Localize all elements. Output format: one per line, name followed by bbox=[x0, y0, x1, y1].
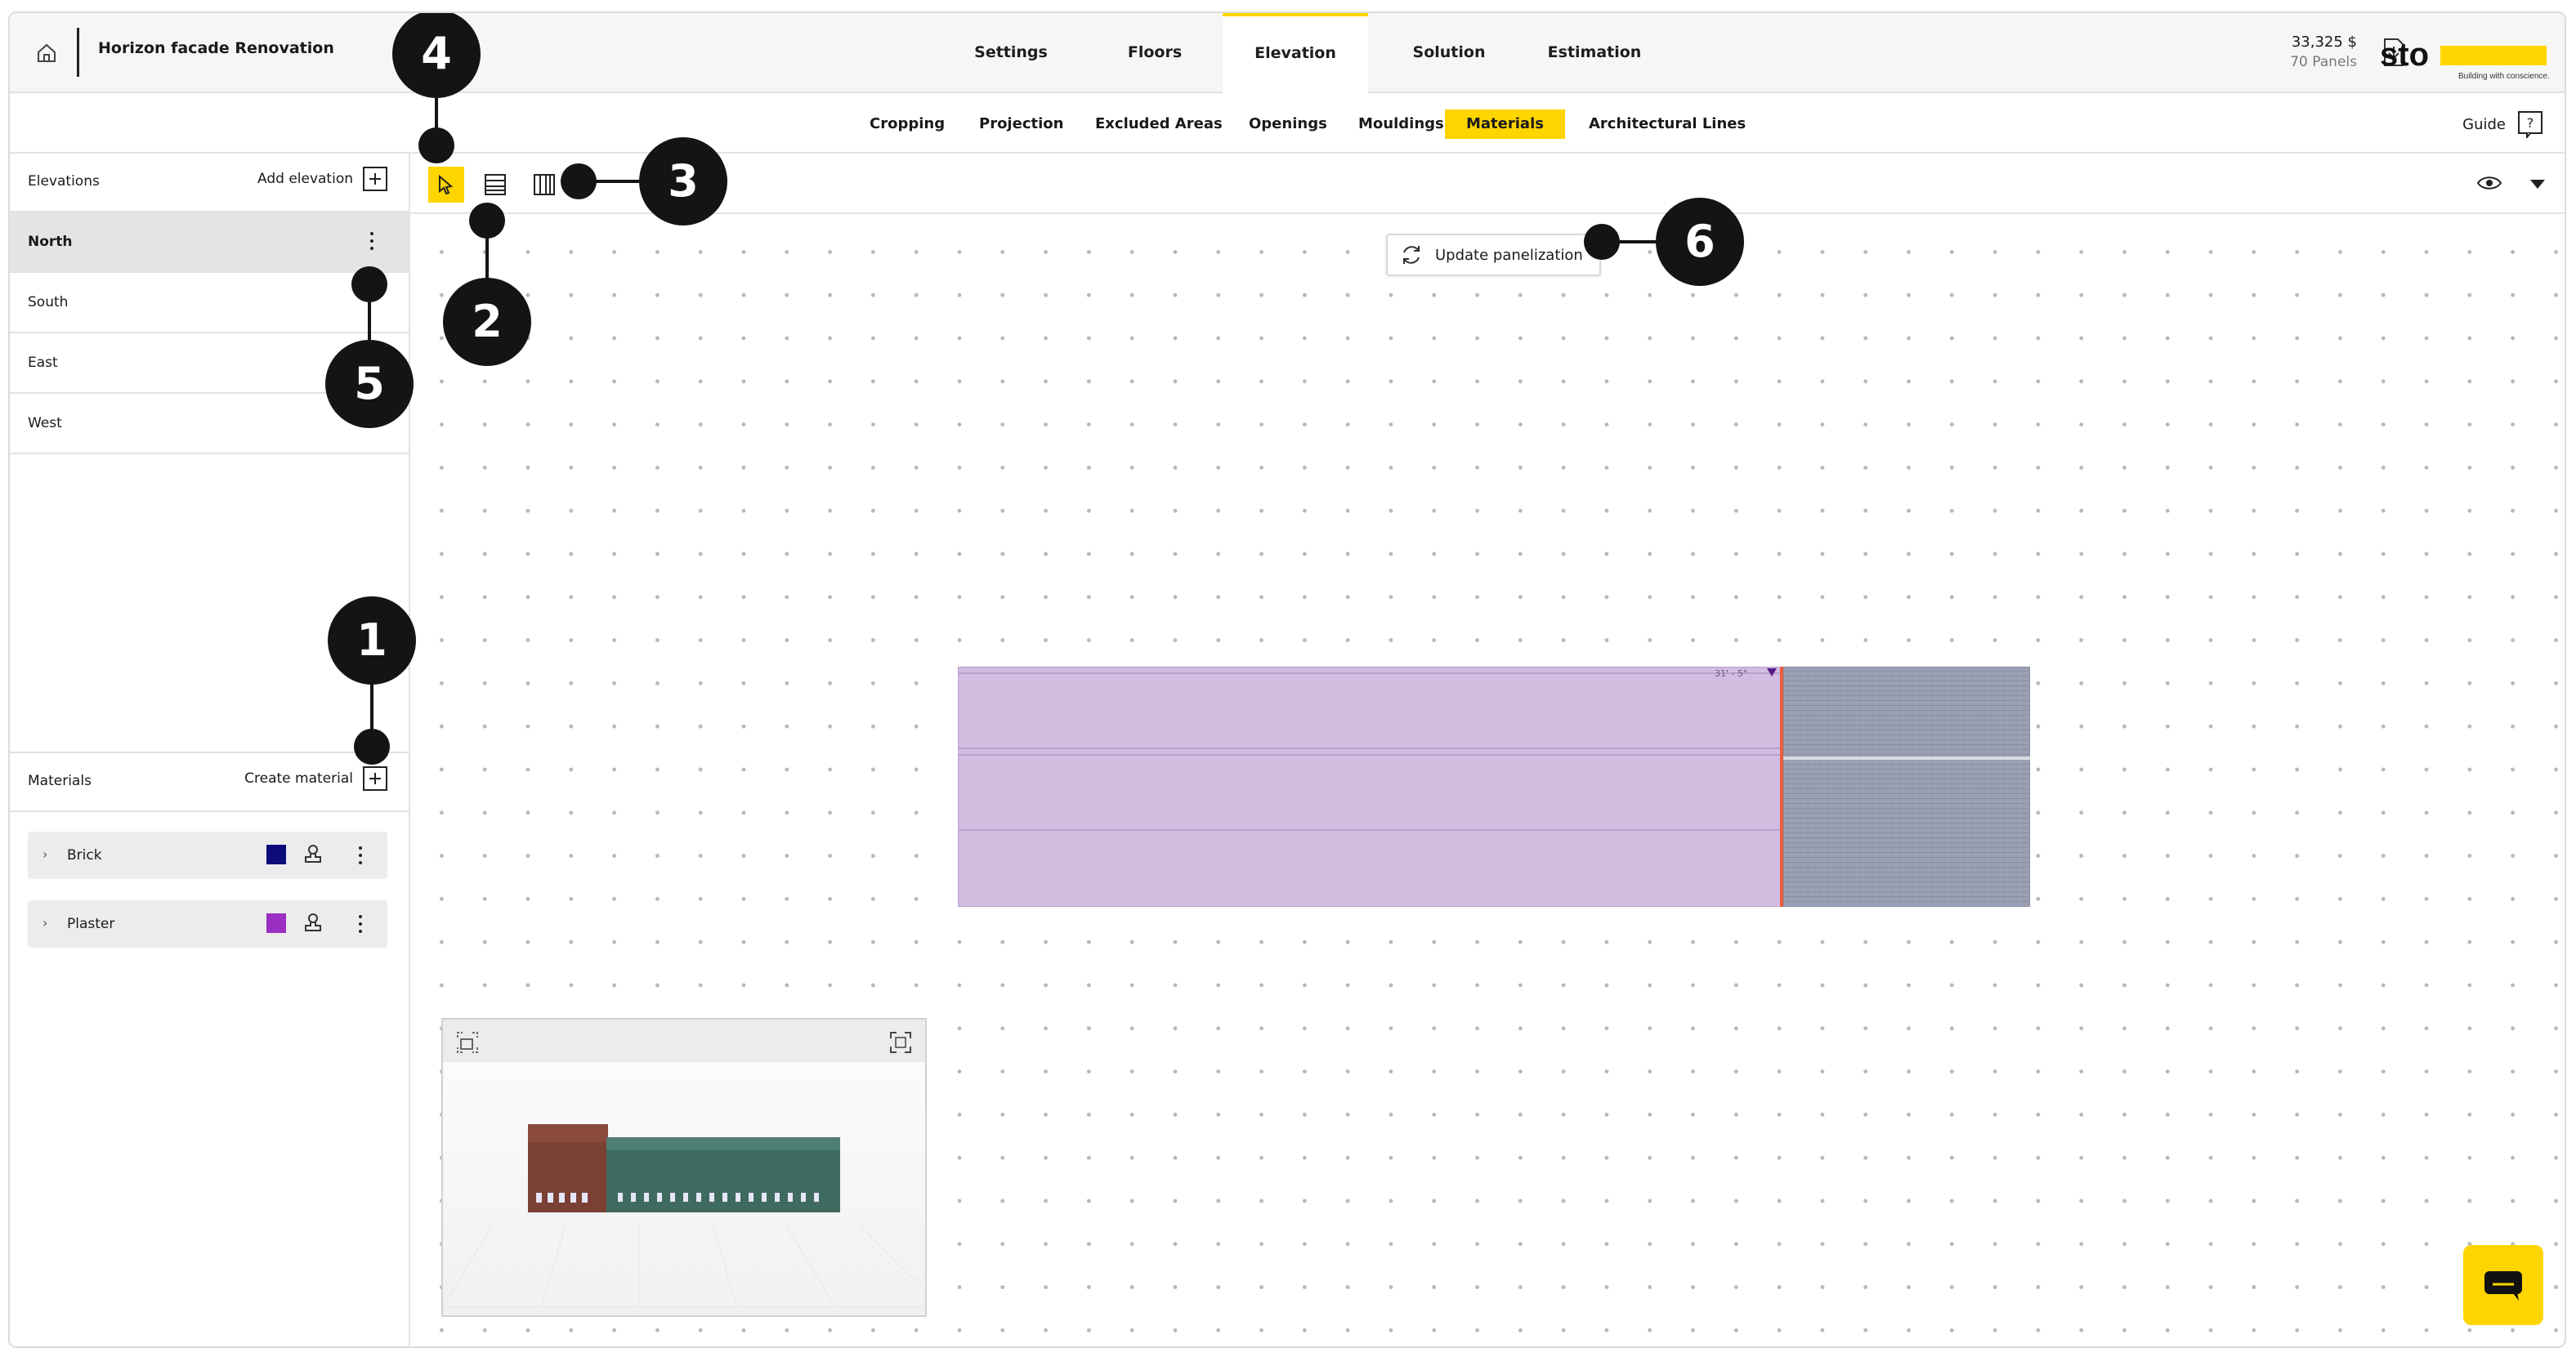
vertical-panel-tool-button[interactable] bbox=[526, 167, 562, 203]
subtab-projection[interactable]: Projection bbox=[958, 109, 1085, 139]
home-icon[interactable] bbox=[34, 41, 59, 65]
preview-toolbar bbox=[443, 1020, 925, 1062]
update-panelization-button[interactable]: Update panelization bbox=[1386, 234, 1601, 276]
help-icon: ? bbox=[2518, 111, 2542, 138]
plus-icon bbox=[363, 167, 387, 191]
building-3d-model bbox=[443, 1124, 925, 1308]
select-tool-button[interactable] bbox=[428, 167, 464, 203]
chat-icon bbox=[2484, 1271, 2522, 1301]
material-color-swatch[interactable] bbox=[266, 845, 286, 864]
subtab-openings[interactable]: Openings bbox=[1228, 109, 1348, 139]
more-options-icon[interactable] bbox=[358, 915, 363, 936]
material-label: Brick bbox=[67, 847, 102, 864]
header-divider bbox=[77, 28, 79, 77]
stamp-icon[interactable] bbox=[302, 843, 324, 866]
material-boundary-line bbox=[1780, 667, 1783, 907]
callout-badge: 4 bbox=[392, 13, 481, 98]
brick-area bbox=[1782, 667, 2030, 907]
elevations-header: Elevations Add elevation bbox=[10, 154, 409, 212]
total-price: 33,325 $ bbox=[2291, 33, 2357, 51]
panel-count: 70 Panels bbox=[2290, 54, 2357, 70]
stamp-icon[interactable] bbox=[302, 912, 324, 935]
elevation-canvas[interactable]: Update panelization 31' - 5" bbox=[410, 214, 2565, 1346]
add-elevation-button[interactable]: Add elevation bbox=[257, 167, 387, 191]
select-cursor-icon bbox=[439, 174, 454, 195]
chevron-right-icon[interactable]: › bbox=[42, 915, 47, 931]
brand-name: sto bbox=[2380, 37, 2429, 73]
materials-header: Materials Create material bbox=[10, 752, 409, 812]
tab-floors[interactable]: Floors bbox=[1087, 13, 1223, 92]
fit-view-icon[interactable] bbox=[454, 1029, 481, 1056]
material-item-brick[interactable]: › Brick bbox=[28, 832, 387, 879]
horizontal-panel-icon bbox=[485, 174, 506, 195]
materials-title: Materials bbox=[28, 773, 92, 789]
canvas-toolbar bbox=[410, 154, 2565, 214]
more-options-icon[interactable] bbox=[358, 846, 363, 868]
guide-button[interactable]: Guide ? bbox=[2462, 109, 2543, 139]
expand-icon[interactable] bbox=[888, 1029, 914, 1056]
create-material-label: Create material bbox=[244, 770, 353, 787]
material-color-swatch[interactable] bbox=[266, 913, 286, 933]
elevations-title: Elevations bbox=[28, 173, 100, 190]
guide-label: Guide bbox=[2462, 115, 2506, 133]
elevation-label: North bbox=[28, 234, 73, 250]
left-panel: Elevations Add elevation North South Eas… bbox=[10, 154, 410, 1346]
create-material-button[interactable]: Create material bbox=[244, 766, 387, 791]
tab-settings[interactable]: Settings bbox=[943, 13, 1079, 92]
subtab-architectural-lines[interactable]: Architectural Lines bbox=[1568, 109, 1767, 139]
brand-tagline: Building with conscience. bbox=[2458, 72, 2550, 81]
subtab-materials[interactable]: Materials bbox=[1445, 109, 1565, 139]
plus-icon bbox=[363, 766, 387, 791]
subtab-excluded-areas[interactable]: Excluded Areas bbox=[1074, 109, 1244, 139]
material-label: Plaster bbox=[67, 916, 115, 932]
chat-support-button[interactable] bbox=[2463, 1245, 2543, 1325]
elevation-item-south[interactable]: South bbox=[10, 273, 409, 333]
preview-scene[interactable] bbox=[443, 1062, 925, 1315]
elevation-label: West bbox=[28, 415, 62, 431]
update-panelization-label: Update panelization bbox=[1435, 246, 1583, 264]
3d-preview-panel bbox=[441, 1018, 927, 1317]
vertical-panel-icon bbox=[534, 174, 555, 195]
subtab-cropping[interactable]: Cropping bbox=[848, 109, 966, 139]
tab-solution[interactable]: Solution bbox=[1376, 13, 1522, 92]
callout-badge: 5 bbox=[325, 340, 414, 428]
dimension-label: 31' - 5" bbox=[1715, 668, 1747, 679]
tab-estimation[interactable]: Estimation bbox=[1522, 13, 1667, 92]
plaster-area bbox=[958, 667, 1784, 907]
callout-badge: 2 bbox=[443, 278, 531, 366]
refresh-icon bbox=[1403, 246, 1420, 264]
svg-text:?: ? bbox=[2527, 115, 2534, 131]
elevation-item-north[interactable]: North bbox=[10, 212, 409, 273]
callout-badge: 6 bbox=[1656, 198, 1744, 286]
material-item-plaster[interactable]: › Plaster bbox=[28, 900, 387, 948]
elevation-label: East bbox=[28, 355, 58, 371]
app-window: Horizon facade Renovation Settings Floor… bbox=[8, 11, 2566, 1348]
chevron-right-icon[interactable]: › bbox=[42, 846, 47, 862]
more-options-icon[interactable] bbox=[369, 232, 374, 253]
horizontal-panel-tool-button[interactable] bbox=[477, 167, 513, 203]
chevron-down-icon[interactable] bbox=[2530, 180, 2545, 189]
price-summary: 33,325 $ 70 Panels bbox=[2290, 33, 2357, 72]
project-title: Horizon facade Renovation bbox=[98, 39, 334, 57]
elevation-drawing[interactable]: 31' - 5" bbox=[958, 667, 2030, 907]
add-elevation-label: Add elevation bbox=[257, 171, 353, 187]
eye-icon[interactable] bbox=[2476, 172, 2502, 194]
sto-logo: sto Building with conscience. bbox=[2380, 37, 2550, 81]
tab-elevation[interactable]: Elevation bbox=[1223, 13, 1368, 96]
brand-bar bbox=[2440, 46, 2547, 65]
elevation-label: South bbox=[28, 294, 69, 310]
callout-badge: 3 bbox=[639, 137, 727, 225]
sub-navigation: Cropping Projection Excluded Areas Openi… bbox=[10, 93, 2565, 154]
callout-badge: 1 bbox=[328, 596, 416, 685]
